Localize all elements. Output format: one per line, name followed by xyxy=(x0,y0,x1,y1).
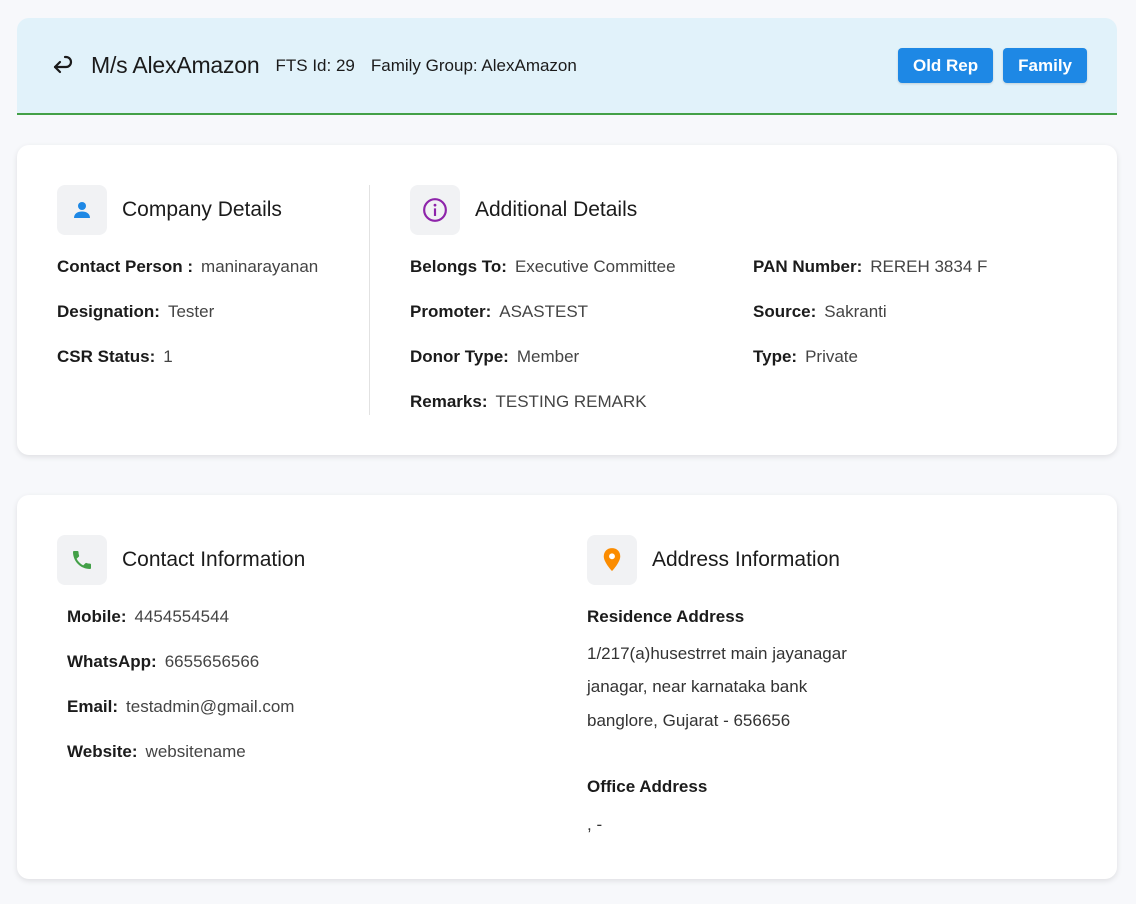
person-icon xyxy=(57,185,107,235)
field-value: TESTING REMARK xyxy=(495,392,647,411)
field-value: 4454554544 xyxy=(134,607,230,626)
info-icon xyxy=(410,185,460,235)
field-label: Website: xyxy=(67,742,138,761)
field-value: Executive Committee xyxy=(514,257,676,276)
office-address-heading: Office Address xyxy=(587,777,708,796)
field-value: Member xyxy=(516,347,580,366)
company-details-header: Company Details xyxy=(57,185,282,235)
mobile-field: Mobile: 4454554544 xyxy=(67,607,229,627)
additional-details-title: Additional Details xyxy=(475,198,638,221)
location-pin-icon xyxy=(587,535,637,585)
header-actions: Old Rep Family xyxy=(897,48,1087,83)
field-value: testadmin@gmail.com xyxy=(126,697,295,716)
field-value: websitename xyxy=(145,742,246,761)
residence-address-line: 1/217(a)husestrret main jayanagar xyxy=(587,644,847,663)
family-group: Family Group: AlexAmazon xyxy=(370,55,577,75)
field-label: Mobile: xyxy=(67,607,127,626)
page-header: M/s AlexAmazon FTS Id: 29 Family Group: … xyxy=(17,18,1117,115)
field-value: REREH 3834 F xyxy=(870,257,988,276)
contact-info-header: Contact Information xyxy=(57,535,305,585)
residence-address-line: banglore, Gujarat - 656656 xyxy=(587,711,791,730)
whatsapp-field: WhatsApp: 6655656566 xyxy=(67,652,259,672)
phone-icon xyxy=(57,535,107,585)
page-title: M/s AlexAmazon xyxy=(91,52,260,78)
pan-number-field: PAN Number: REREH 3834 F xyxy=(753,257,987,277)
additional-details-header: Additional Details xyxy=(410,185,637,235)
residence-address-heading: Residence Address xyxy=(587,607,745,626)
back-arrow-icon[interactable] xyxy=(51,54,75,78)
type-field: Type: Private xyxy=(753,347,858,367)
donor-type-field: Donor Type: Member xyxy=(410,347,579,367)
field-value: Sakranti xyxy=(824,302,887,321)
field-label: Belongs To: xyxy=(410,257,507,276)
field-label: CSR Status: xyxy=(57,347,156,366)
field-value: maninarayanan xyxy=(201,257,319,276)
section-divider xyxy=(369,185,370,415)
field-label: Type: xyxy=(753,347,798,366)
contact-address-card: Contact Information Mobile: 4454554544 Wh… xyxy=(17,495,1117,879)
field-label: Designation: xyxy=(57,302,160,321)
old-rep-button[interactable]: Old Rep xyxy=(897,48,994,83)
field-label: Email: xyxy=(67,697,119,716)
field-value: 1 xyxy=(163,347,173,366)
belongs-to-field: Belongs To: Executive Committee xyxy=(410,257,676,277)
field-label: Donor Type: xyxy=(410,347,509,366)
email-field: Email: testadmin@gmail.com xyxy=(67,697,294,717)
address-info-header: Address Information xyxy=(587,535,840,585)
field-value: 6655656566 xyxy=(164,652,260,671)
contact-person-field: Contact Person : maninarayanan xyxy=(57,257,318,277)
contact-info-title: Contact Information xyxy=(122,548,306,571)
website-field: Website: websitename xyxy=(67,742,246,762)
csr-status-field: CSR Status: 1 xyxy=(57,347,173,367)
field-label: PAN Number: xyxy=(753,257,863,276)
address-info-title: Address Information xyxy=(652,548,840,571)
field-label: Remarks: xyxy=(410,392,488,411)
company-details-title: Company Details xyxy=(122,198,282,221)
remarks-field: Remarks: TESTING REMARK xyxy=(410,392,647,412)
field-label: Contact Person : xyxy=(57,257,194,276)
field-label: Promoter: xyxy=(410,302,492,321)
promoter-field: Promoter: ASASTEST xyxy=(410,302,588,322)
field-value: Private xyxy=(805,347,858,366)
office-address-line: , - xyxy=(587,815,603,834)
residence-address-line: janagar, near karnataka bank xyxy=(587,677,808,696)
field-value: ASASTEST xyxy=(499,302,589,321)
details-card: Company Details Contact Person : maninara… xyxy=(17,145,1117,455)
family-button[interactable]: Family xyxy=(1003,48,1087,83)
source-field: Source: Sakranti xyxy=(753,302,887,322)
fts-id: FTS Id: 29 xyxy=(275,55,355,75)
field-label: Source: xyxy=(753,302,817,321)
field-label: WhatsApp: xyxy=(67,652,157,671)
field-value: Tester xyxy=(167,302,215,321)
designation-field: Designation: Tester xyxy=(57,302,214,322)
